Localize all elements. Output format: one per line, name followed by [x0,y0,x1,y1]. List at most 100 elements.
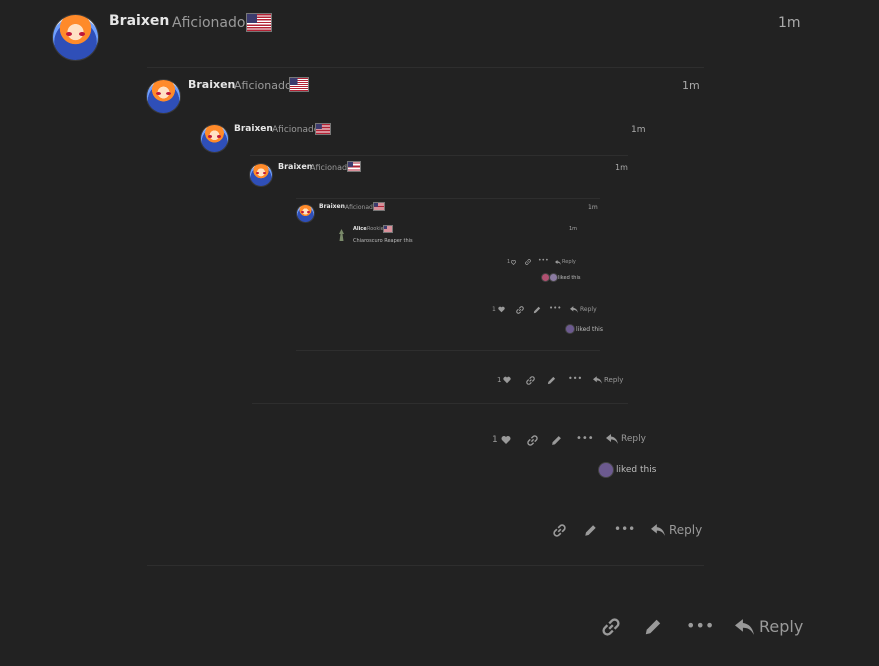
user-title: Rookie [367,226,384,232]
avatar-eye [79,32,85,36]
post-time[interactable]: 1m [631,125,646,135]
link-icon[interactable] [553,524,566,537]
liked-by[interactable]: liked this [566,325,603,333]
more-icon[interactable]: ••• [549,304,561,312]
flag-icon [289,77,309,92]
link-icon[interactable] [516,306,524,314]
heart-icon [501,436,511,444]
avatar[interactable] [297,205,314,222]
like-count: 1 [492,306,496,313]
username[interactable]: Braixen [188,78,235,91]
link-icon[interactable] [525,259,531,265]
avatar-eye [166,92,171,95]
avatar-eye [263,172,266,174]
liked-text: liked this [576,325,603,333]
post-time[interactable]: 1m [682,79,700,92]
like-count: 1 [492,435,498,445]
edit-icon[interactable] [644,618,662,636]
liker-avatar[interactable] [542,274,549,281]
more-icon[interactable]: ••• [576,433,594,444]
avatar[interactable] [53,15,98,60]
post-time[interactable]: 1m [778,15,801,31]
flag-icon [373,202,385,211]
reply-icon [593,376,602,384]
reply-button[interactable]: Reply [651,523,702,537]
like-count: 1 [497,376,502,384]
liker-avatar[interactable] [599,463,613,477]
reply-label: Reply [580,306,597,313]
flag-icon [347,161,361,172]
divider [252,403,628,404]
more-icon[interactable]: ••• [538,257,549,264]
divider [147,565,704,566]
like-count: 1 [507,259,511,265]
flag-icon [246,13,272,32]
post-time[interactable]: 1m [588,204,598,211]
link-icon[interactable] [602,618,620,636]
avatar-eye [307,211,310,213]
more-icon[interactable]: ••• [686,616,714,635]
avatar-eye [156,92,161,95]
edit-icon[interactable] [533,306,541,314]
avatar-eye [208,135,212,138]
avatar-eye [301,211,304,213]
username[interactable]: Braixen [278,162,312,171]
username[interactable]: Braixen [109,13,169,29]
like-button[interactable]: 1 [507,259,517,265]
liked-by[interactable]: liked this [599,463,656,477]
reply-icon [570,306,578,313]
liker-avatar[interactable] [550,274,557,281]
heart-icon [503,376,512,384]
user-title: Aficionado [345,204,377,211]
link-icon[interactable] [527,435,538,446]
reply-button[interactable]: Reply [735,617,803,636]
more-icon[interactable]: ••• [568,374,582,383]
more-icon[interactable]: ••• [614,522,635,536]
reply-button[interactable]: Reply [606,434,646,444]
heart-icon [511,259,517,265]
user-title: Aficionado [172,15,246,31]
link-icon[interactable] [526,376,535,385]
reply-button[interactable]: Reply [593,376,623,384]
reply-icon [651,524,665,536]
liked-text: liked this [558,274,581,281]
reply-icon [735,618,754,635]
edit-icon[interactable] [584,524,597,537]
user-title: Aficionado [272,125,320,135]
reply-label: Reply [562,259,576,265]
username[interactable]: Alice [353,226,367,232]
avatar[interactable] [147,80,180,113]
liked-by[interactable]: liked this [542,274,580,281]
avatar[interactable] [201,125,228,152]
post-time[interactable]: 1m [615,163,628,172]
flag-icon [383,225,393,233]
user-title: Aficionado [234,79,292,92]
avatar-eye [66,32,72,36]
flag-icon [315,123,331,135]
heart-icon [498,306,505,313]
edit-icon[interactable] [551,435,562,446]
divider [296,198,600,199]
edit-icon[interactable] [547,376,556,385]
like-button[interactable]: 1 [497,376,512,384]
reply-icon [606,434,618,444]
liked-text: liked this [616,465,657,475]
reply-icon [555,259,561,265]
divider [250,155,628,156]
divider [147,67,704,68]
divider [296,350,600,351]
like-button[interactable]: 1 [492,435,511,445]
alice-avatar[interactable] [337,226,346,241]
reply-label: Reply [604,376,624,384]
reply-label: Reply [621,434,646,444]
avatar-eye [256,172,259,174]
like-button[interactable]: 1 [492,306,505,313]
post-time[interactable]: 1m [569,226,577,232]
post-body: Chiaroscuro Reaper this [353,238,413,244]
liker-avatar[interactable] [566,325,574,333]
username[interactable]: Braixen [234,124,273,134]
avatar[interactable] [250,164,272,186]
reply-button[interactable]: Reply [555,259,576,265]
username[interactable]: Braixen [319,203,345,210]
reply-button[interactable]: Reply [570,306,597,313]
